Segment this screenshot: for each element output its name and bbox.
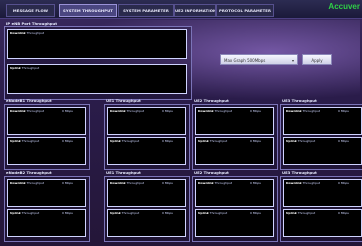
chevron-down-icon: ▾ xyxy=(291,58,294,63)
cell-uplink-value: 0 Mbps xyxy=(250,139,261,143)
cell-downlink-label: Downlink Throughput xyxy=(10,109,45,113)
cell-title: UE3 Throughput xyxy=(282,98,317,103)
cell-uplink-value: 0 Mbps xyxy=(338,139,349,143)
cell-downlink-label: Downlink Throughput xyxy=(198,181,233,185)
brand-logo: Accuver xyxy=(328,2,360,11)
top-tab-bar: MESSAGE FLOW SYSTEM THROUGHPUT SYSTEM PA… xyxy=(0,0,362,19)
tab-system-throughput[interactable]: SYSTEM THROUGHPUT xyxy=(59,4,117,17)
cell-downlink-label: Downlink Throughput xyxy=(110,181,145,185)
cell-title: UE1 Throughput xyxy=(106,98,141,103)
cell-title: UE1 Throughput xyxy=(106,170,141,175)
cell-uplink-label: Uplink Throughput xyxy=(10,139,40,143)
cell-downlink-value: 0 Mbps xyxy=(62,181,73,185)
cell-uplink-graph: Uplink Throughput 0 Mbps xyxy=(7,137,86,165)
cell-uplink-value: 0 Mbps xyxy=(162,211,173,215)
cell-title: UE2 Throughput xyxy=(194,170,229,175)
uplink-label: Uplink Throughput xyxy=(10,66,40,70)
cell-downlink-label: Downlink Throughput xyxy=(286,181,321,185)
cell-title: eNodeB1 Throughput xyxy=(6,98,52,103)
cell-uplink-graph: Uplink Throughput 0 Mbps xyxy=(283,209,362,237)
max-graph-select[interactable]: Max Graph 500Mbps ▾ xyxy=(220,54,298,65)
cell-uplink-label: Uplink Throughput xyxy=(286,211,316,215)
downlink-label: Downlink Throughput xyxy=(10,31,45,35)
cell-downlink-graph: Downlink Throughput 0 Mbps xyxy=(283,107,362,135)
cell-uplink-graph: Uplink Throughput 0 Mbps xyxy=(7,209,86,237)
tab-protocol-parameter[interactable]: PROTOCOL PARAMETER xyxy=(216,4,274,17)
cell-downlink-label: Downlink Throughput xyxy=(10,181,45,185)
cell-uplink-graph: Uplink Throughput 0 Mbps xyxy=(195,209,274,237)
cell-downlink-graph: Downlink Throughput 0 Mbps xyxy=(107,107,186,135)
cell-downlink-graph: Downlink Throughput 0 Mbps xyxy=(195,107,274,135)
cell-downlink-value: 0 Mbps xyxy=(162,181,173,185)
cell-downlink-label: Downlink Throughput xyxy=(198,109,233,113)
uplink-graph: Uplink Throughput xyxy=(7,64,187,94)
cell-uplink-label: Uplink Throughput xyxy=(110,139,140,143)
cell-uplink-graph: Uplink Throughput 0 Mbps xyxy=(107,137,186,165)
cell-downlink-value: 0 Mbps xyxy=(162,109,173,113)
cell-title: eNodeB2 Throughput xyxy=(6,170,52,175)
cell-downlink-graph: Downlink Throughput 0 Mbps xyxy=(195,179,274,207)
cell-title: UE2 Throughput xyxy=(194,98,229,103)
cell-downlink-value: 0 Mbps xyxy=(250,181,261,185)
cell-downlink-value: 0 Mbps xyxy=(338,181,349,185)
cell-downlink-label: Downlink Throughput xyxy=(286,109,321,113)
apply-button[interactable]: Apply xyxy=(302,54,332,65)
cell-uplink-label: Uplink Throughput xyxy=(10,211,40,215)
downlink-graph: Downlink Throughput xyxy=(7,29,187,59)
cell-uplink-graph: Uplink Throughput 0 Mbps xyxy=(107,209,186,237)
cell-downlink-graph: Downlink Throughput 0 Mbps xyxy=(7,179,86,207)
cell-uplink-graph: Uplink Throughput 0 Mbps xyxy=(195,137,274,165)
cell-downlink-label: Downlink Throughput xyxy=(110,109,145,113)
cell-downlink-value: 0 Mbps xyxy=(62,109,73,113)
cell-downlink-graph: Downlink Throughput 0 Mbps xyxy=(107,179,186,207)
cell-downlink-graph: Downlink Throughput 0 Mbps xyxy=(283,179,362,207)
cell-uplink-label: Uplink Throughput xyxy=(198,211,228,215)
cell-uplink-label: Uplink Throughput xyxy=(198,139,228,143)
cell-downlink-value: 0 Mbps xyxy=(338,109,349,113)
cell-uplink-value: 0 Mbps xyxy=(250,211,261,215)
cell-title: UE3 Throughput xyxy=(282,170,317,175)
cell-uplink-value: 0 Mbps xyxy=(162,139,173,143)
tab-ue2-information[interactable]: UE2 INFORMATION xyxy=(174,4,216,17)
cell-uplink-label: Uplink Throughput xyxy=(286,139,316,143)
cell-uplink-graph: Uplink Throughput 0 Mbps xyxy=(283,137,362,165)
cell-uplink-label: Uplink Throughput xyxy=(110,211,140,215)
cell-uplink-value: 0 Mbps xyxy=(62,211,73,215)
tab-system-parameter[interactable]: SYSTEM PARAMETER xyxy=(118,4,174,17)
cell-uplink-value: 0 Mbps xyxy=(338,211,349,215)
cell-uplink-value: 0 Mbps xyxy=(62,139,73,143)
cell-downlink-graph: Downlink Throughput 0 Mbps xyxy=(7,107,86,135)
tab-message-flow[interactable]: MESSAGE FLOW xyxy=(6,4,55,17)
cell-downlink-value: 0 Mbps xyxy=(250,109,261,113)
